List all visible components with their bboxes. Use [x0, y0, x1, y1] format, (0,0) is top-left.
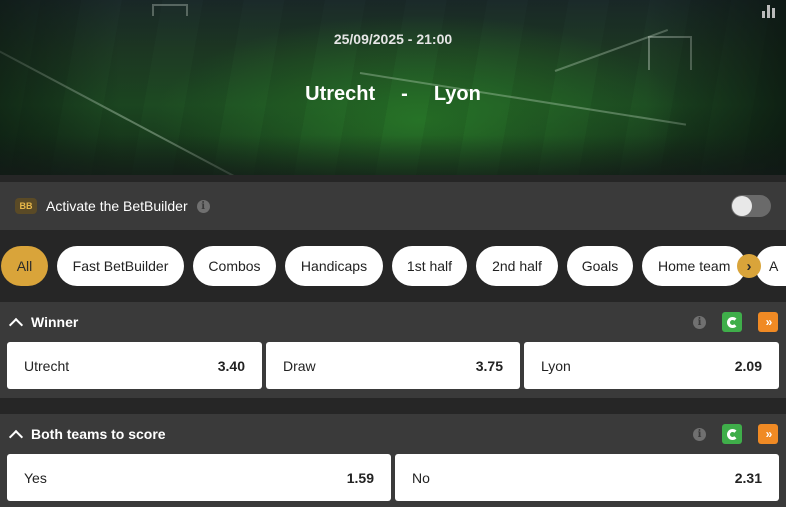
market-header-icons: i » [693, 312, 778, 332]
filter-chip-handicaps[interactable]: Handicaps [285, 246, 383, 286]
teams-separator: - [401, 83, 408, 105]
outcome-label: Yes [24, 469, 47, 486]
cashout-icon[interactable] [722, 312, 742, 332]
filter-chip-home-team[interactable]: Home team [642, 246, 746, 286]
market-header-icons: i » [693, 424, 778, 444]
market-title: Both teams to score [31, 426, 166, 442]
outcome-label: No [412, 469, 430, 486]
cashout-icon[interactable] [722, 424, 742, 444]
market-title: Winner [31, 314, 79, 330]
outcome-label: Draw [283, 357, 316, 374]
market-winner: Winner i » Utrecht 3.40 Draw 3.75 Lyon 2… [0, 302, 786, 398]
toggle-knob [732, 196, 752, 216]
stats-icon[interactable] [762, 4, 776, 18]
away-team-name: Lyon [433, 83, 481, 105]
market-both-teams-to-score: Both teams to score i » Yes 1.59 No 2.31 [0, 414, 786, 507]
event-header: 25/09/2025 - 21:00 Utrecht - Lyon [0, 0, 786, 175]
betbuilder-label: Activate the BetBuilder [46, 198, 188, 214]
betbuilder-bar: BB Activate the BetBuilder i [0, 182, 786, 230]
odds-button[interactable]: Yes 1.59 [7, 454, 391, 501]
info-icon[interactable]: i [693, 315, 706, 329]
market-header[interactable]: Winner i » [0, 302, 786, 342]
outcome-price: 3.75 [475, 357, 503, 374]
odds-button[interactable]: No 2.31 [395, 454, 779, 501]
fast-forward-icon[interactable]: » [758, 312, 778, 332]
filter-chip-2nd-half[interactable]: 2nd half [476, 246, 558, 286]
outcome-label: Lyon [541, 357, 571, 374]
filter-chip-1st-half[interactable]: 1st half [392, 246, 467, 286]
outcome-price: 3.40 [217, 357, 245, 374]
betbuilder-badge: BB [15, 198, 37, 214]
odds-row: Utrecht 3.40 Draw 3.75 Lyon 2.09 [0, 342, 786, 390]
outcome-price: 2.31 [734, 469, 762, 486]
home-team-name: Utrecht [305, 83, 376, 105]
chevron-up-icon[interactable] [8, 429, 24, 444]
chevron-up-icon[interactable] [8, 317, 24, 332]
odds-button[interactable]: Lyon 2.09 [524, 342, 779, 389]
info-icon[interactable]: i [196, 199, 210, 213]
event-datetime: 25/09/2025 - 21:00 [333, 31, 453, 47]
market-filter-bar: All Fast BetBuilder Combos Handicaps 1st… [0, 246, 786, 286]
odds-button[interactable]: Draw 3.75 [266, 342, 520, 389]
filter-chip-all[interactable]: All [1, 246, 48, 286]
filter-chip-fast-betbuilder[interactable]: Fast BetBuilder [57, 246, 184, 286]
odds-button[interactable]: Utrecht 3.40 [7, 342, 262, 389]
betbuilder-toggle[interactable] [731, 195, 771, 217]
fast-forward-icon[interactable]: » [758, 424, 778, 444]
outcome-label: Utrecht [24, 357, 70, 374]
info-icon[interactable]: i [693, 427, 706, 441]
odds-row: Yes 1.59 No 2.31 [0, 454, 786, 502]
filter-chip-goals[interactable]: Goals [567, 246, 633, 286]
outcome-price: 1.59 [346, 469, 374, 486]
filter-chip-combos[interactable]: Combos [193, 246, 276, 286]
goal-frame [152, 4, 188, 16]
chevron-right-icon[interactable]: › [737, 254, 761, 278]
outcome-price: 2.09 [734, 357, 762, 374]
market-header[interactable]: Both teams to score i » [0, 414, 786, 454]
event-teams: Utrecht - Lyon [0, 83, 786, 106]
hero-shade-bottom [0, 135, 786, 175]
